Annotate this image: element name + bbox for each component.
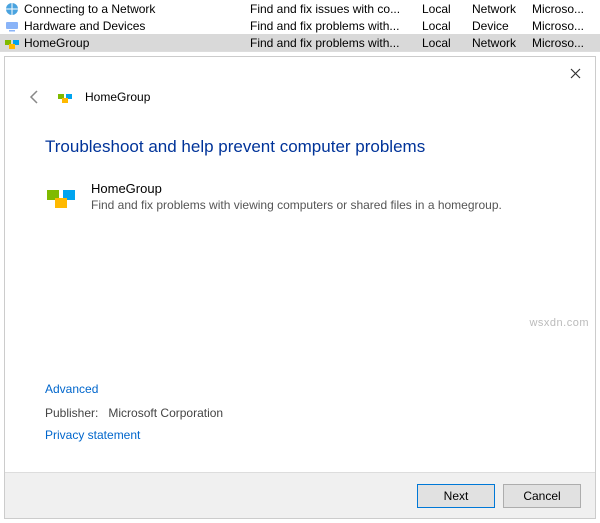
- dialog-header: HomeGroup: [5, 57, 595, 107]
- advanced-link[interactable]: Advanced: [45, 382, 223, 396]
- cell-name: Connecting to a Network: [24, 2, 250, 16]
- cell-publisher: Microso...: [532, 2, 592, 16]
- list-item[interactable]: Connecting to a Network Find and fix iss…: [0, 0, 600, 17]
- back-button[interactable]: [25, 87, 45, 107]
- cell-category: Network: [472, 2, 532, 16]
- cell-desc: Find and fix problems with...: [250, 19, 422, 33]
- cell-desc: Find and fix issues with co...: [250, 2, 422, 16]
- cell-publisher: Microso...: [532, 36, 592, 50]
- cell-location: Local: [422, 2, 472, 16]
- dialog-footer: Next Cancel: [5, 472, 595, 518]
- list-item[interactable]: Hardware and Devices Find and fix proble…: [0, 17, 600, 34]
- page-title: Troubleshoot and help prevent computer p…: [45, 137, 555, 157]
- publisher-value: Microsoft Corporation: [108, 406, 223, 420]
- dialog-links: Advanced Publisher: Microsoft Corporatio…: [45, 382, 223, 452]
- cell-name: HomeGroup: [24, 36, 250, 50]
- publisher-line: Publisher: Microsoft Corporation: [45, 406, 223, 420]
- troubleshooter-dialog: HomeGroup Troubleshoot and help prevent …: [4, 56, 596, 519]
- homegroup-icon: [57, 89, 73, 105]
- cell-location: Local: [422, 36, 472, 50]
- list-item[interactable]: HomeGroup Find and fix problems with... …: [0, 34, 600, 51]
- homegroup-icon: [4, 35, 20, 51]
- privacy-link[interactable]: Privacy statement: [45, 428, 223, 442]
- dialog-body: Troubleshoot and help prevent computer p…: [5, 107, 595, 213]
- watermark-text: wsxdn.com: [529, 317, 589, 329]
- arrow-left-icon: [27, 89, 43, 105]
- item-title: HomeGroup: [91, 181, 502, 196]
- cell-location: Local: [422, 19, 472, 33]
- troubleshooter-list: Connecting to a Network Find and fix iss…: [0, 0, 600, 52]
- device-icon: [4, 18, 20, 34]
- cell-category: Device: [472, 19, 532, 33]
- cell-publisher: Microso...: [532, 19, 592, 33]
- item-description: Find and fix problems with viewing compu…: [91, 198, 502, 212]
- publisher-label: Publisher:: [45, 406, 98, 420]
- homegroup-large-icon: [45, 181, 77, 213]
- breadcrumb: HomeGroup: [85, 90, 150, 104]
- next-button[interactable]: Next: [417, 484, 495, 508]
- network-icon: [4, 1, 20, 17]
- close-icon: [570, 68, 581, 79]
- troubleshooter-item: HomeGroup Find and fix problems with vie…: [45, 181, 555, 213]
- close-button[interactable]: [563, 61, 587, 85]
- cell-name: Hardware and Devices: [24, 19, 250, 33]
- cell-category: Network: [472, 36, 532, 50]
- cancel-button[interactable]: Cancel: [503, 484, 581, 508]
- cell-desc: Find and fix problems with...: [250, 36, 422, 50]
